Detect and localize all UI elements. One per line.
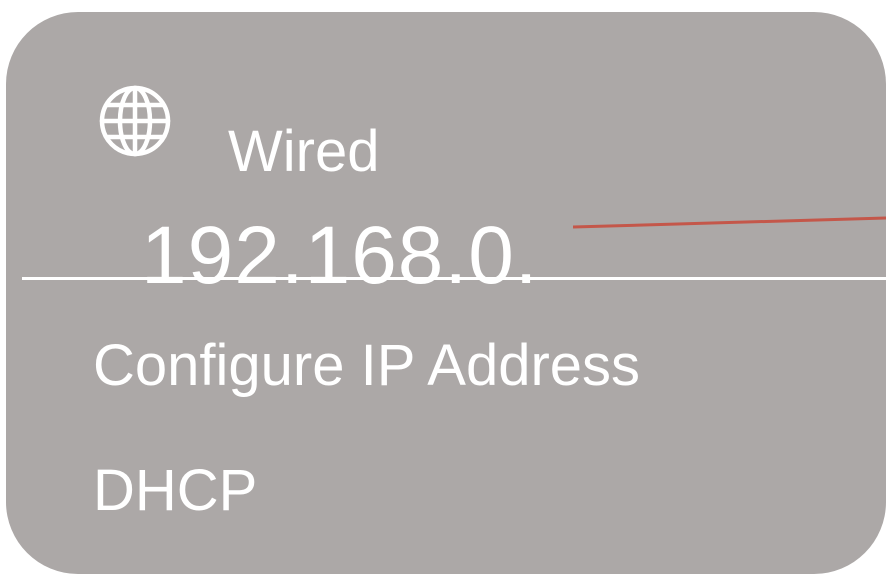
annotation-pointer-line (573, 214, 886, 230)
dhcp-option[interactable]: DHCP (93, 457, 257, 525)
network-panel: Wired 192.168.0. Configure IP Address DH… (6, 12, 886, 574)
divider (22, 277, 886, 280)
configure-ip-address-option[interactable]: Configure IP Address (93, 332, 640, 400)
ip-address-text: 192.168.0. (141, 210, 539, 301)
connection-type-label: Wired (228, 119, 380, 184)
globe-icon (95, 81, 175, 161)
